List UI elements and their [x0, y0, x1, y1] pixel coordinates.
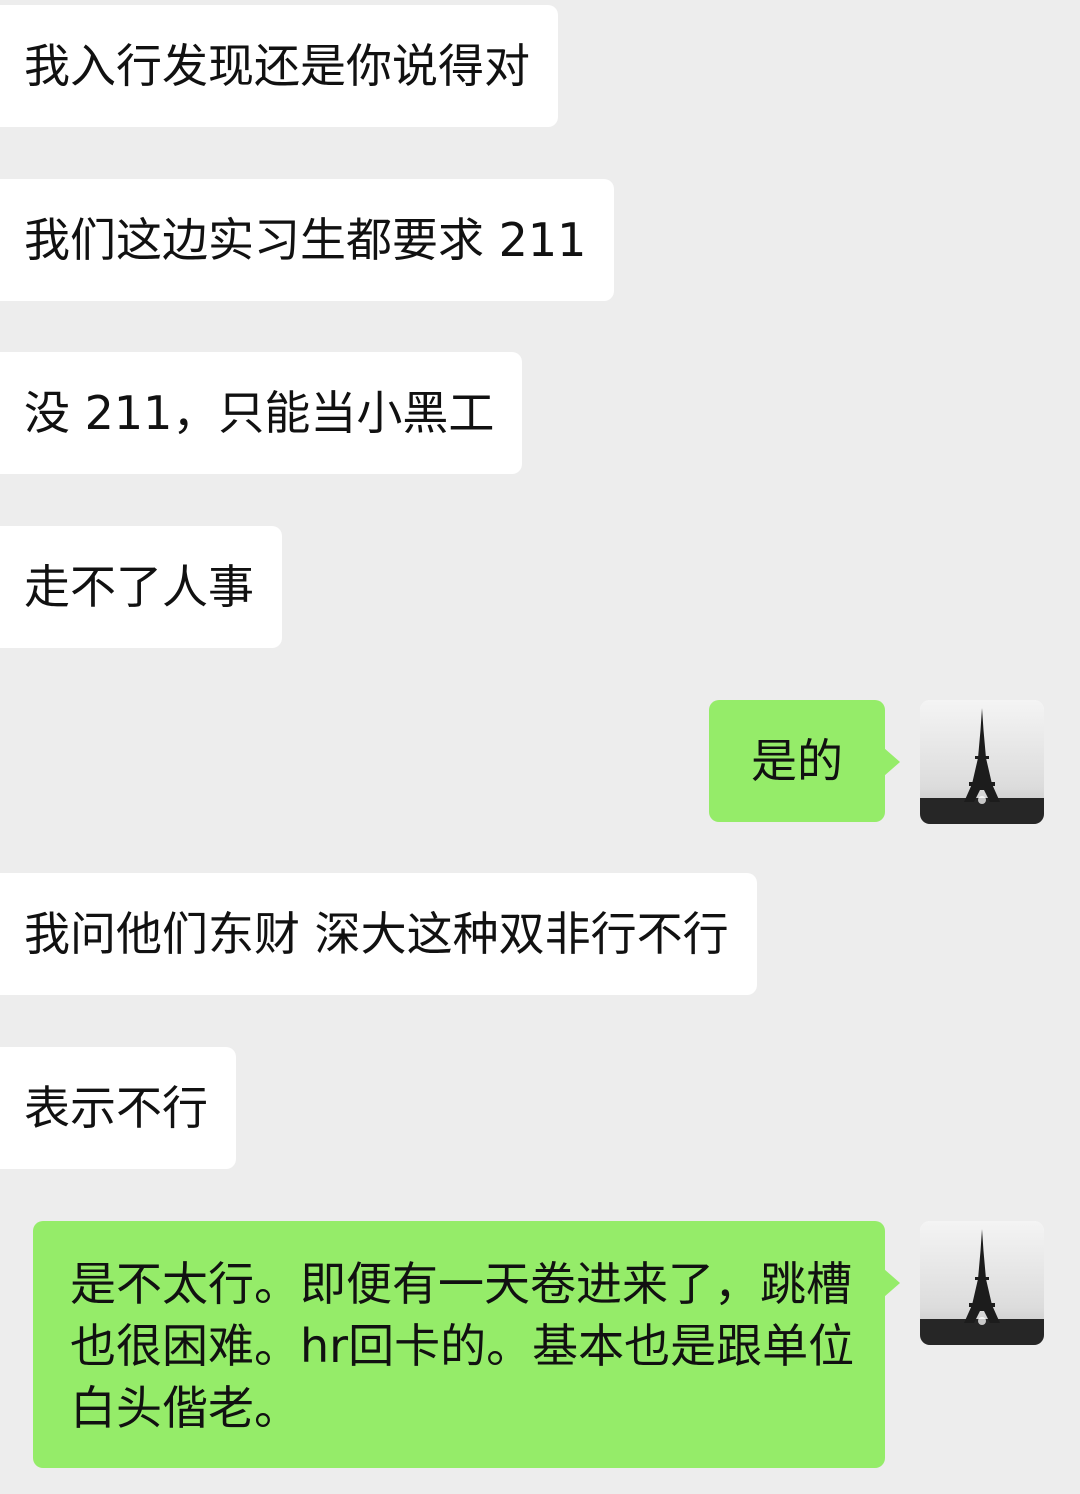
eiffel-tower-avatar[interactable] — [920, 1221, 1044, 1345]
message-text: 走不了人事 — [24, 560, 254, 614]
message-text: 我问他们东财 深大这种双非行不行 — [24, 907, 729, 961]
message-bubble-incoming[interactable]: 我们这边实习生都要求 211 — [0, 179, 615, 301]
message-text: 表示不行 — [24, 1081, 208, 1135]
message-bubble-incoming[interactable]: 没 211，只能当小黑工 — [0, 352, 523, 474]
message-bubble-incoming[interactable]: 我问他们东财 深大这种双非行不行 — [0, 873, 757, 995]
message-text: 我入行发现还是你说得对 — [24, 39, 530, 93]
message-bubble-outgoing[interactable]: 是的 — [709, 700, 900, 822]
message-text: 我们这边实习生都要求 211 — [24, 213, 587, 267]
eiffel-tower-icon — [920, 700, 1044, 824]
message-text: 是的 — [751, 734, 843, 788]
message-bubble-incoming[interactable]: 表示不行 — [0, 1047, 236, 1169]
message-bubble-incoming[interactable]: 我入行发现还是你说得对 — [0, 5, 558, 127]
eiffel-tower-avatar[interactable] — [920, 700, 1044, 824]
message-text: 没 211，只能当小黑工 — [24, 386, 495, 440]
chat-area: 我入行发现还是你说得对 我们这边实习生都要求 211 没 211，只能当小黑工 … — [0, 0, 1080, 1494]
eiffel-tower-icon — [920, 1221, 1044, 1345]
message-bubble-outgoing[interactable]: 是不太行。即便有一天卷进来了，跳槽也很困难。hr回卡的。基本也是跟单位白头偕老。 — [33, 1221, 900, 1468]
message-bubble-incoming[interactable]: 走不了人事 — [0, 526, 282, 648]
message-text: 是不太行。即便有一天卷进来了，跳槽也很困难。hr回卡的。基本也是跟单位白头偕老。 — [70, 1257, 855, 1435]
